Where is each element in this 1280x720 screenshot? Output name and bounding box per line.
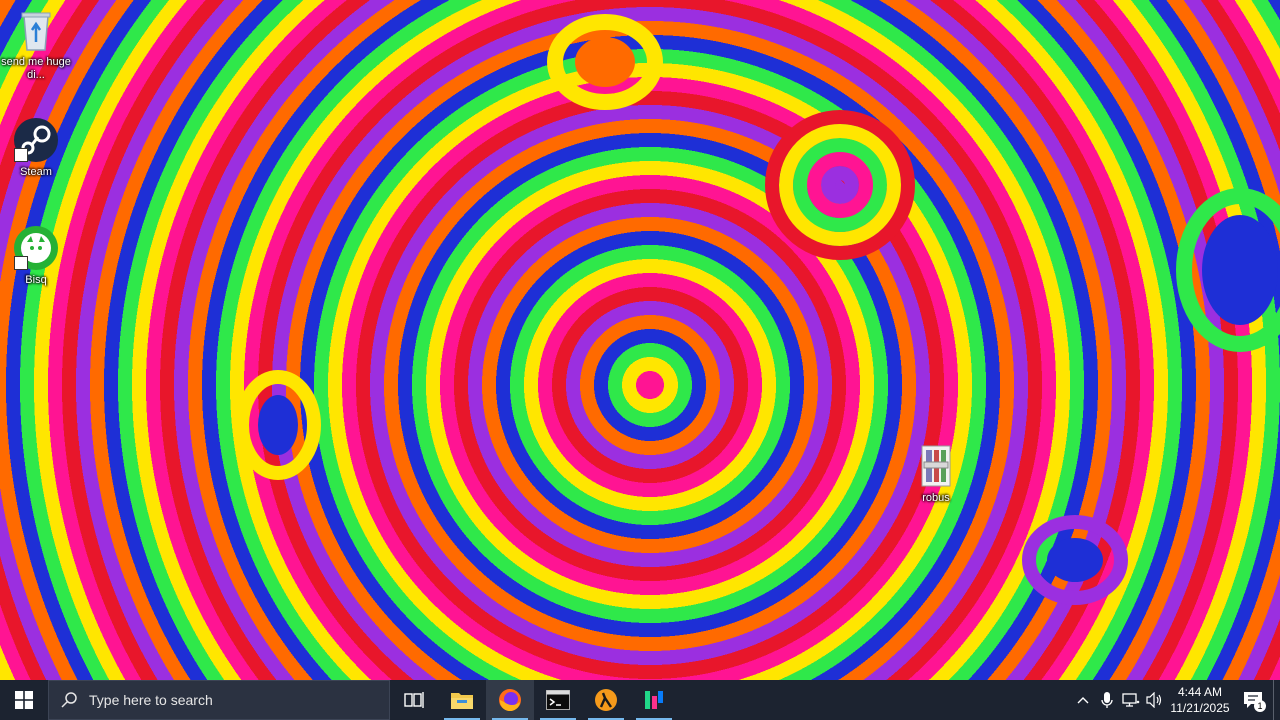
clock[interactable]: 4:44 AM 11/21/2025 [1167,680,1233,720]
bisq-label: Bisq [25,274,47,286]
steam-icon [12,116,60,164]
robus-label: robus [922,492,950,504]
volume-icon[interactable] [1143,680,1167,720]
jetbrains-icon [645,691,663,709]
steam-label: Steam [20,166,52,178]
chevron-up-icon[interactable] [1071,680,1095,720]
robus-icon-tile[interactable]: robus [900,442,972,505]
shortcut-arrow-icon [14,256,28,270]
recycle-bin-label: send me huge di... [1,56,71,81]
task-view-button[interactable] [390,680,438,720]
shortcut-arrow-icon [14,148,28,162]
clock-date: 11/21/2025 [1170,701,1230,715]
start-button[interactable] [0,680,48,720]
half-life-button[interactable] [582,680,630,720]
action-center-button[interactable]: 1 [1233,680,1273,720]
system-tray: 4:44 AM 11/21/2025 1 [1071,680,1280,720]
terminal-icon [546,690,570,710]
half-life-icon [595,689,617,711]
file-explorer-icon [451,693,473,709]
terminal-button[interactable] [534,680,582,720]
notification-count-badge: 1 [1254,700,1266,712]
firefox-button[interactable] [486,680,534,720]
steam-icon-tile[interactable]: Steam [0,116,72,179]
taskbar: 4:44 AM 11/21/2025 1 [0,680,1280,720]
recycle-bin-icon-tile[interactable]: send me huge di... [0,6,72,82]
search-input[interactable] [87,691,371,709]
desktop[interactable]: send me huge di... Steam Bisq robus [0,0,1280,680]
start-icon [15,691,33,709]
wallpaper [235,14,1280,605]
jetbrains-button[interactable] [630,680,678,720]
task-view-icon [404,692,424,708]
search-box[interactable] [48,680,390,720]
firefox-icon [499,689,521,712]
archive-file-icon [912,442,960,490]
bisq-icon-tile[interactable]: Bisq [0,224,72,287]
bisq-icon [12,224,60,272]
show-desktop-button[interactable] [1273,680,1280,720]
search-icon [61,692,77,708]
microphone-icon[interactable] [1095,680,1119,720]
recycle-bin-icon [12,6,60,54]
clock-time: 4:44 AM [1177,685,1223,699]
network-icon[interactable] [1119,680,1143,720]
file-explorer-button[interactable] [438,680,486,720]
